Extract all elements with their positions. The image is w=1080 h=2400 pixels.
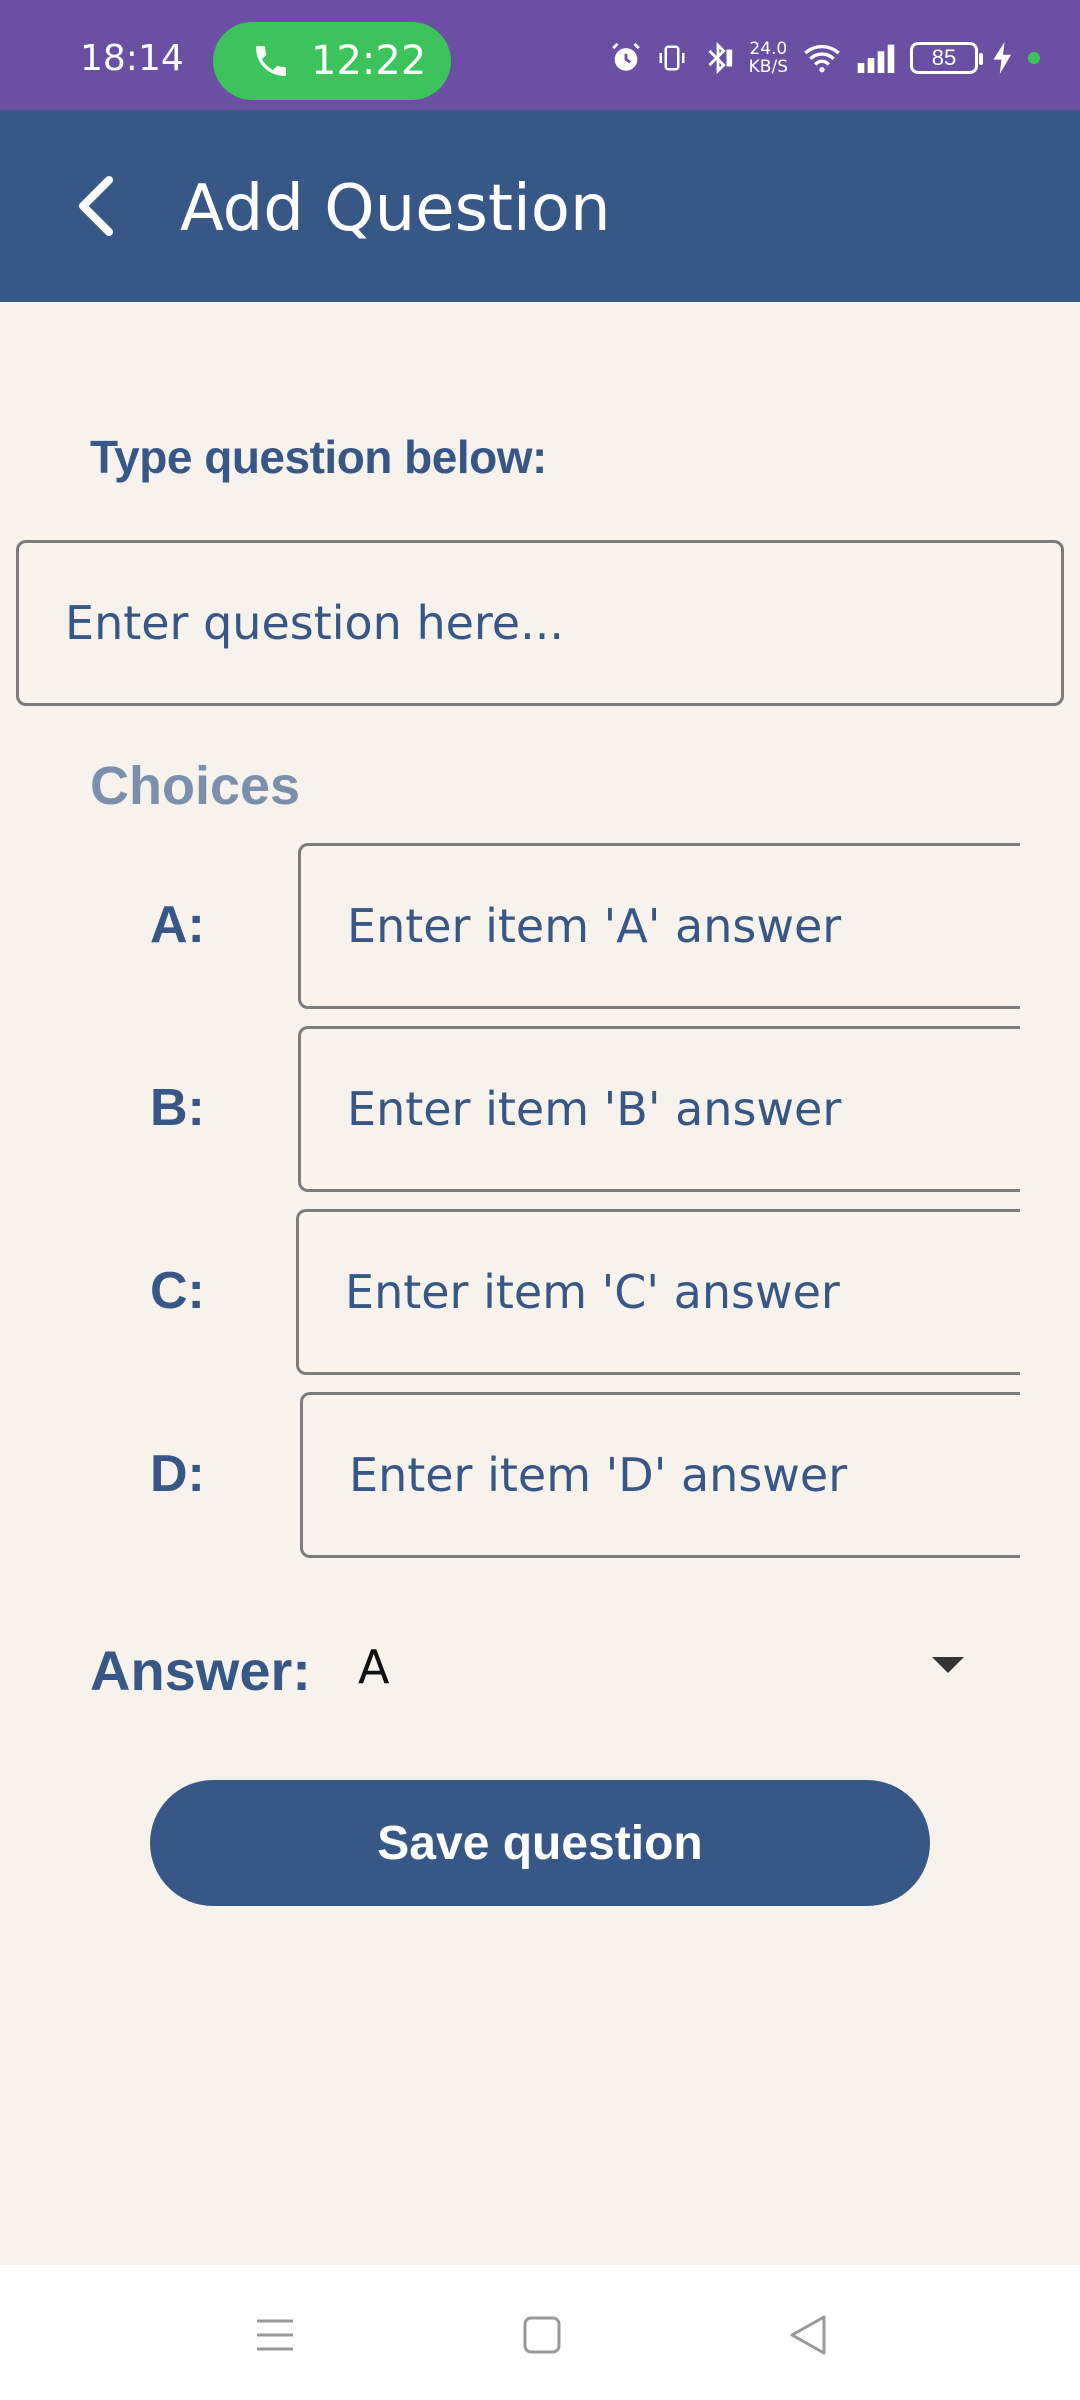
bluetooth-icon (708, 41, 732, 75)
ongoing-call-pill[interactable]: 12:22 (213, 22, 451, 100)
choice-a-label: A: (150, 896, 205, 954)
call-duration: 12:22 (311, 38, 427, 84)
choice-d-input[interactable]: Enter item 'D' answer (300, 1392, 1020, 1558)
save-question-button[interactable]: Save question (150, 1780, 930, 1906)
save-question-label: Save question (377, 1816, 703, 1870)
network-speed-value: 24.0 (749, 39, 788, 59)
triangle-back-icon (790, 2315, 826, 2355)
question-placeholder: Enter question here... (65, 596, 564, 650)
wifi-icon (804, 45, 840, 73)
choice-d-placeholder: Enter item 'D' answer (349, 1448, 848, 1502)
home-button[interactable] (512, 2305, 572, 2365)
status-dot (1028, 52, 1040, 64)
menu-icon (257, 2319, 293, 2351)
choice-c-placeholder: Enter item 'C' answer (345, 1265, 840, 1319)
phone-icon (256, 46, 286, 76)
network-speed-unit: KB/S (748, 57, 788, 77)
choice-b-label: B: (150, 1079, 205, 1137)
charging-icon (993, 42, 1011, 74)
nav-back-button[interactable] (778, 2305, 838, 2365)
choice-a-placeholder: Enter item 'A' answer (347, 899, 842, 953)
system-nav-bar (0, 2265, 1080, 2400)
network-speed: 24.0 KB/S (749, 40, 788, 76)
page-title: Add Question (180, 172, 611, 246)
alarm-icon (611, 42, 640, 71)
question-input[interactable]: Enter question here... (16, 540, 1064, 706)
battery-icon: 85 (910, 42, 983, 74)
choice-c-input[interactable]: Enter item 'C' answer (296, 1209, 1020, 1375)
choice-a-input[interactable]: Enter item 'A' answer (298, 843, 1020, 1009)
choices-heading: Choices (90, 756, 301, 816)
status-icons: 24.0 KB/S 85 (609, 36, 1040, 80)
back-button[interactable] (50, 160, 140, 252)
answer-label: Answer: (90, 1639, 311, 1702)
choice-d-label: D: (150, 1445, 205, 1503)
app-bar: Add Question (0, 110, 1080, 302)
status-time: 18:14 (80, 38, 184, 79)
question-label: Type question below: (90, 431, 547, 483)
menu-button[interactable] (245, 2305, 305, 2365)
dropdown-arrow-icon[interactable] (932, 1655, 964, 1675)
status-bar: 18:14 12:22 24.0 KB/S 85 (0, 0, 1080, 110)
vibrate-icon (659, 45, 685, 71)
signal-icon (857, 44, 895, 73)
choice-c-label: C: (150, 1262, 205, 1320)
answer-dropdown-value[interactable]: A (358, 1640, 389, 1694)
choice-b-input[interactable]: Enter item 'B' answer (298, 1026, 1020, 1192)
home-square-icon (523, 2316, 561, 2354)
chevron-left-icon (79, 176, 113, 236)
choice-b-placeholder: Enter item 'B' answer (347, 1082, 842, 1136)
